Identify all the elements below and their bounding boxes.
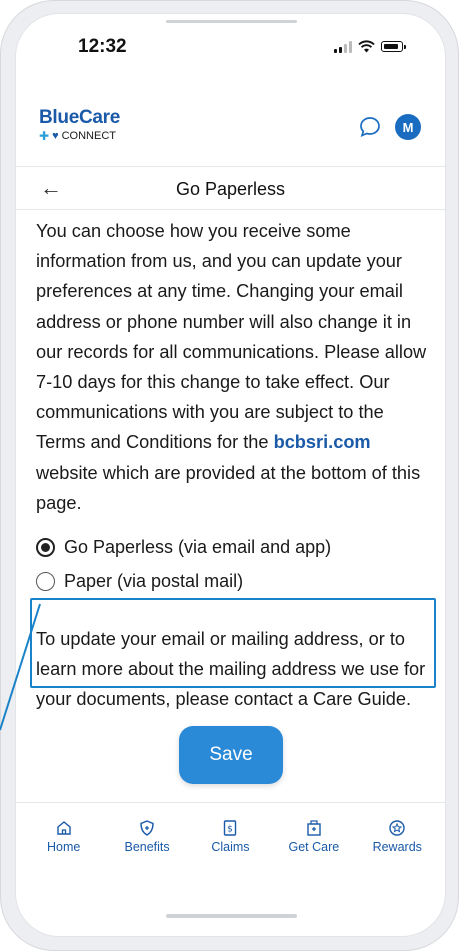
status-time: 12:32 (78, 36, 127, 57)
tab-label: Claims (211, 840, 250, 854)
signal-icon (334, 40, 352, 53)
bcbsri-link[interactable]: bcbsri.com (274, 432, 371, 452)
tab-rewards[interactable]: Rewards (362, 819, 432, 882)
chat-bubble-icon[interactable] (359, 116, 381, 138)
phone-frame: 12:32 BlueCare ✚ ♥ CONNECT M ← Go Paperl… (0, 0, 459, 951)
bottom-tab-bar: Home Benefits $ Claims Get Care Rewards (16, 802, 445, 882)
shield-heart-icon: ♥ (52, 130, 59, 142)
tab-label: Home (47, 840, 81, 854)
dollar-receipt-icon: $ (224, 820, 237, 836)
tab-label: Rewards (372, 840, 422, 854)
status-icons (334, 40, 406, 53)
tab-benefits[interactable]: Benefits (112, 819, 182, 882)
shield-icon (140, 820, 154, 836)
avatar[interactable]: M (395, 114, 421, 140)
brand-sub-label: CONNECT (61, 130, 116, 142)
tab-label: Benefits (124, 840, 170, 854)
save-button[interactable]: Save (179, 726, 283, 784)
battery-icon (381, 41, 406, 52)
intro-text-end: website which are provided at the bottom… (36, 462, 421, 513)
hospital-icon (307, 820, 321, 836)
brand-name: BlueCare (39, 107, 121, 128)
radio-selected-icon[interactable] (36, 537, 55, 557)
brand-subtitle: ✚ ♥ CONNECT (39, 129, 120, 143)
home-indicator (166, 914, 297, 918)
options-highlight-callout (30, 598, 436, 688)
option-label: Paper (via postal mail) (64, 570, 244, 591)
tab-get-care[interactable]: Get Care (279, 819, 349, 882)
cross-icon: ✚ (39, 129, 50, 143)
tab-label: Get Care (288, 840, 340, 854)
wifi-icon (358, 40, 375, 53)
page-title: Go Paperless (175, 179, 286, 199)
home-icon (56, 821, 71, 835)
delivery-options: Go Paperless (via email and app) Paper (… (36, 530, 432, 598)
svg-text:$: $ (228, 825, 234, 835)
title-bar: ← Go Paperless (16, 166, 445, 210)
brand-logo[interactable]: BlueCare ✚ ♥ CONNECT (39, 107, 121, 144)
rewards-star-icon (389, 820, 405, 836)
option-paper[interactable]: Paper (via postal mail) (36, 564, 432, 598)
intro-paragraph: You can choose how you receive some info… (36, 216, 432, 518)
app-header: BlueCare ✚ ♥ CONNECT M (16, 104, 445, 162)
option-label: Go Paperless (via email and app) (64, 536, 332, 557)
radio-unselected-icon[interactable] (36, 571, 55, 591)
status-bar: 12:32 (16, 14, 445, 78)
tab-home[interactable]: Home (29, 819, 99, 882)
tab-claims[interactable]: $ Claims (195, 819, 265, 882)
option-go-paperless[interactable]: Go Paperless (via email and app) (36, 530, 432, 564)
intro-text-start: You can choose how you receive some info… (36, 221, 427, 453)
phone-screen: 12:32 BlueCare ✚ ♥ CONNECT M ← Go Paperl… (15, 13, 446, 937)
